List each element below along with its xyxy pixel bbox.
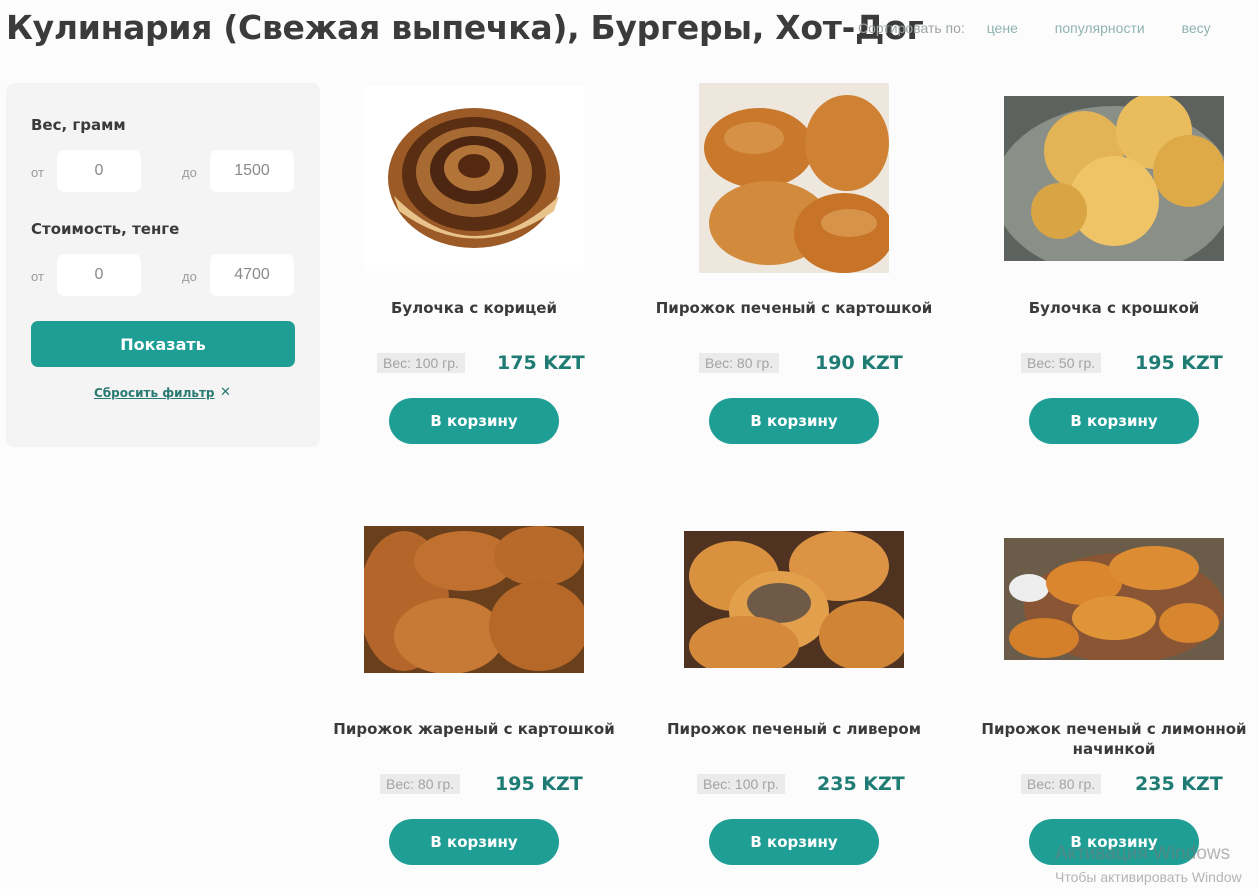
add-to-cart-button[interactable]: В корзину [1029,398,1199,444]
product-name[interactable]: Пирожок печеный с ливером [634,719,954,739]
product-price: 175 KZT [497,352,585,374]
cost-filter-heading: Стоимость, тенге [31,220,180,238]
reset-filter-link[interactable]: Сбросить фильтр [94,386,215,400]
sort-by-price[interactable]: цене [987,20,1018,36]
product-name[interactable]: Булочка с корицей [314,298,634,318]
weight-filter-heading: Вес, грамм [31,116,126,134]
product-weight: Вес: 80 гр. [699,353,780,373]
add-to-cart-button[interactable]: В корзину [709,398,879,444]
cost-to-input[interactable]: 4700 [210,254,294,296]
product-name[interactable]: Пирожок печеный с лимонной начинкой [954,719,1257,759]
product-name[interactable]: Пирожок печеный с картошкой [634,298,954,318]
product-image-lemon-pies[interactable] [1004,538,1224,660]
cost-from-label: от [31,269,44,284]
product-weight: Вес: 80 гр. [1021,774,1102,794]
product-weight: Вес: 80 гр. [380,774,461,794]
weight-to-input[interactable]: 1500 [210,150,294,192]
weight-to-label: до [182,165,197,180]
page-title: Кулинария (Свежая выпечка), Бургеры, Хот… [6,8,924,47]
product-name[interactable]: Пирожок жареный с картошкой [314,719,634,739]
cost-to-label: до [182,269,197,284]
show-button[interactable]: Показать [31,321,295,367]
sort-label: Сортировать по: [858,20,965,36]
weight-from-label: от [31,165,44,180]
product-weight: Вес: 50 гр. [1021,353,1102,373]
product-price: 235 KZT [817,773,905,795]
watermark-subtitle: Чтобы активировать Window [1055,869,1242,885]
weight-from-input[interactable]: 0 [57,150,141,192]
sort-by-weight[interactable]: весу [1182,20,1211,36]
add-to-cart-button[interactable]: В корзину [389,819,559,865]
product-price: 195 KZT [495,773,583,795]
product-weight: Вес: 100 гр. [697,774,785,794]
watermark-title: Активация Windows [1055,843,1231,864]
cost-from-input[interactable]: 0 [57,254,141,296]
product-image-cinnamon-roll[interactable] [364,86,584,271]
filter-panel: Вес, грамм от 0 до 1500 Стоимость, тенге… [6,83,320,447]
product-image-liver-pies[interactable] [684,531,904,668]
product-image-fried-pies[interactable] [364,526,584,673]
product-price: 195 KZT [1135,352,1223,374]
product-image-baked-pies[interactable] [699,83,889,273]
add-to-cart-button[interactable]: В корзину [709,819,879,865]
product-price: 190 KZT [815,352,903,374]
reset-close-icon[interactable]: ✕ [220,385,231,400]
product-name[interactable]: Булочка с крошкой [954,298,1257,318]
add-to-cart-button[interactable]: В корзину [389,398,559,444]
product-weight: Вес: 100 гр. [377,353,465,373]
product-price: 235 KZT [1135,773,1223,795]
sort-by-popularity[interactable]: популярности [1055,20,1145,36]
windows-activation-watermark: Активация Windows Чтобы активировать Win… [1055,843,1242,885]
sort-bar: Сортировать по: цене популярности весу [858,20,1244,36]
product-image-crumb-buns[interactable] [1004,96,1224,261]
